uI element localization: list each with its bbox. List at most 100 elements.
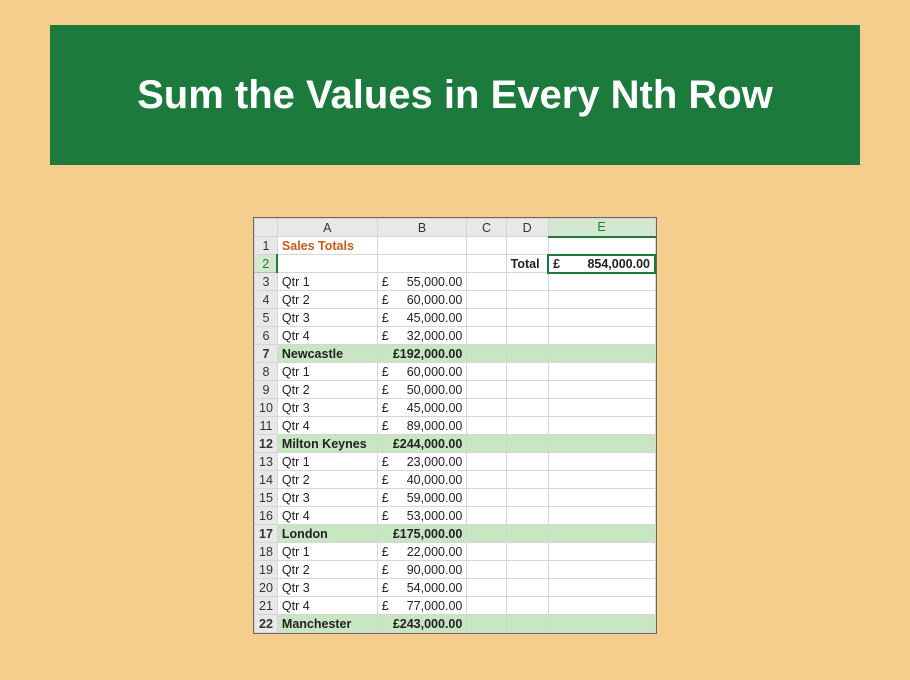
row-header[interactable]: 1 (255, 237, 278, 255)
cell-E14[interactable] (548, 471, 655, 489)
col-header-E[interactable]: E (548, 219, 655, 237)
cell-A6[interactable]: Qtr 4 (277, 327, 377, 345)
cell-D18[interactable] (506, 543, 548, 561)
cell-D22[interactable] (506, 615, 548, 633)
cell-D14[interactable] (506, 471, 548, 489)
cell-A16[interactable]: Qtr 4 (277, 507, 377, 525)
col-header-C[interactable]: C (467, 219, 506, 237)
row-header[interactable]: 9 (255, 381, 278, 399)
cell-E21[interactable] (548, 597, 655, 615)
cell-E9[interactable] (548, 381, 655, 399)
cell-C19[interactable] (467, 561, 506, 579)
row-header[interactable]: 11 (255, 417, 278, 435)
cell-E22[interactable] (548, 615, 655, 633)
cell-D2[interactable]: Total (506, 255, 548, 273)
cell-E20[interactable] (548, 579, 655, 597)
cell-C5[interactable] (467, 309, 506, 327)
cell-D10[interactable] (506, 399, 548, 417)
row-header[interactable]: 13 (255, 453, 278, 471)
row-header[interactable]: 5 (255, 309, 278, 327)
cell-C21[interactable] (467, 597, 506, 615)
cell-B1[interactable] (377, 237, 467, 255)
cell-E7[interactable] (548, 345, 655, 363)
cell-B6[interactable]: £32,000.00 (377, 327, 467, 345)
cell-D16[interactable] (506, 507, 548, 525)
col-header-B[interactable]: B (377, 219, 467, 237)
cell-D21[interactable] (506, 597, 548, 615)
cell-A8[interactable]: Qtr 1 (277, 363, 377, 381)
cell-D6[interactable] (506, 327, 548, 345)
cell-E11[interactable] (548, 417, 655, 435)
cell-D5[interactable] (506, 309, 548, 327)
row-header[interactable]: 14 (255, 471, 278, 489)
cell-E4[interactable] (548, 291, 655, 309)
cell-A2[interactable] (277, 255, 377, 273)
cell-C11[interactable] (467, 417, 506, 435)
cell-C12[interactable] (467, 435, 506, 453)
cell-E1[interactable] (548, 237, 655, 255)
cell-E18[interactable] (548, 543, 655, 561)
cell-B22[interactable]: £243,000.00 (377, 615, 467, 633)
cell-E17[interactable] (548, 525, 655, 543)
cell-E3[interactable] (548, 273, 655, 291)
cell-B20[interactable]: £54,000.00 (377, 579, 467, 597)
cell-A11[interactable]: Qtr 4 (277, 417, 377, 435)
row-header[interactable]: 16 (255, 507, 278, 525)
cell-A3[interactable]: Qtr 1 (277, 273, 377, 291)
cell-E10[interactable] (548, 399, 655, 417)
cell-B19[interactable]: £90,000.00 (377, 561, 467, 579)
cell-A22[interactable]: Manchester (277, 615, 377, 633)
cell-B18[interactable]: £22,000.00 (377, 543, 467, 561)
cell-B9[interactable]: £50,000.00 (377, 381, 467, 399)
cell-A1[interactable]: Sales Totals (277, 237, 377, 255)
cell-B2[interactable] (377, 255, 467, 273)
cell-A15[interactable]: Qtr 3 (277, 489, 377, 507)
col-header-D[interactable]: D (506, 219, 548, 237)
cell-B11[interactable]: £89,000.00 (377, 417, 467, 435)
cell-D17[interactable] (506, 525, 548, 543)
cell-B10[interactable]: £45,000.00 (377, 399, 467, 417)
cell-B17[interactable]: £175,000.00 (377, 525, 467, 543)
col-header-A[interactable]: A (277, 219, 377, 237)
cell-A14[interactable]: Qtr 2 (277, 471, 377, 489)
cell-D13[interactable] (506, 453, 548, 471)
row-header[interactable]: 12 (255, 435, 278, 453)
cell-D19[interactable] (506, 561, 548, 579)
cell-D4[interactable] (506, 291, 548, 309)
cell-E19[interactable] (548, 561, 655, 579)
cell-C20[interactable] (467, 579, 506, 597)
row-header[interactable]: 6 (255, 327, 278, 345)
row-header[interactable]: 15 (255, 489, 278, 507)
cell-C16[interactable] (467, 507, 506, 525)
cell-B5[interactable]: £45,000.00 (377, 309, 467, 327)
row-header[interactable]: 10 (255, 399, 278, 417)
cell-C13[interactable] (467, 453, 506, 471)
cell-A10[interactable]: Qtr 3 (277, 399, 377, 417)
cell-C22[interactable] (467, 615, 506, 633)
cell-D11[interactable] (506, 417, 548, 435)
row-header[interactable]: 20 (255, 579, 278, 597)
cell-C1[interactable] (467, 237, 506, 255)
cell-A18[interactable]: Qtr 1 (277, 543, 377, 561)
cell-E8[interactable] (548, 363, 655, 381)
cell-E13[interactable] (548, 453, 655, 471)
cell-C17[interactable] (467, 525, 506, 543)
cell-B3[interactable]: £55,000.00 (377, 273, 467, 291)
cell-A13[interactable]: Qtr 1 (277, 453, 377, 471)
cell-E12[interactable] (548, 435, 655, 453)
cell-C4[interactable] (467, 291, 506, 309)
cell-E6[interactable] (548, 327, 655, 345)
cell-D3[interactable] (506, 273, 548, 291)
cell-A7[interactable]: Newcastle (277, 345, 377, 363)
row-header[interactable]: 21 (255, 597, 278, 615)
cell-A19[interactable]: Qtr 2 (277, 561, 377, 579)
cell-C3[interactable] (467, 273, 506, 291)
cell-B12[interactable]: £244,000.00 (377, 435, 467, 453)
cell-C7[interactable] (467, 345, 506, 363)
select-all-corner[interactable] (255, 219, 278, 237)
cell-B15[interactable]: £59,000.00 (377, 489, 467, 507)
cell-E16[interactable] (548, 507, 655, 525)
cell-B4[interactable]: £60,000.00 (377, 291, 467, 309)
cell-B14[interactable]: £40,000.00 (377, 471, 467, 489)
cell-A21[interactable]: Qtr 4 (277, 597, 377, 615)
